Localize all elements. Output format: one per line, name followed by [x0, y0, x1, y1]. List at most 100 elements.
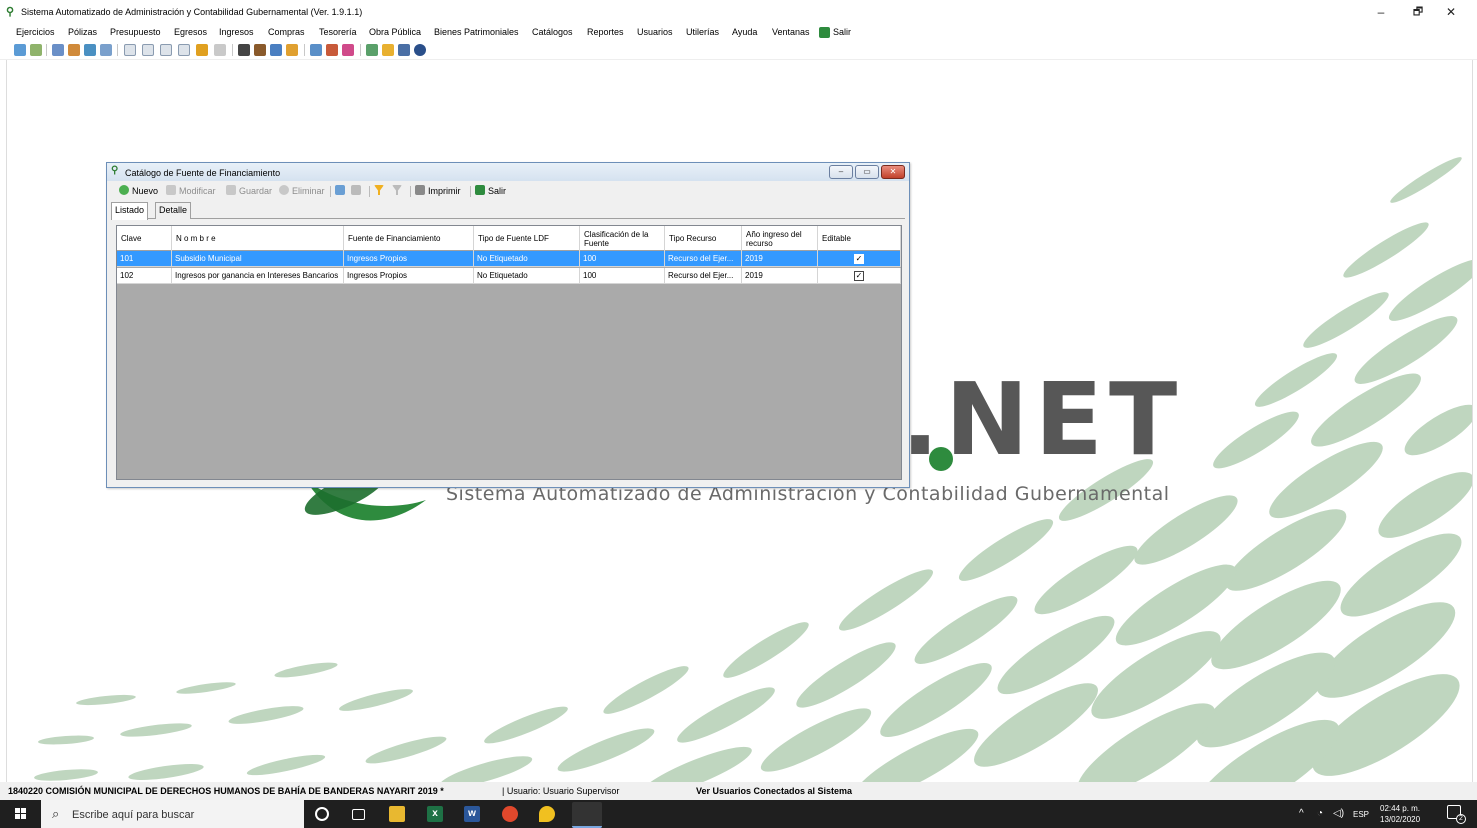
menu-polizas[interactable]: Pólizas: [68, 27, 97, 37]
child-minimize-button[interactable]: –: [829, 165, 853, 179]
report-p-icon[interactable]: [142, 44, 154, 56]
chat-icon[interactable]: [539, 806, 555, 822]
grid-icon[interactable]: [100, 44, 112, 56]
language-indicator[interactable]: ESP: [1353, 810, 1369, 819]
menu-ventanas[interactable]: Ventanas: [772, 27, 810, 37]
budget-icon[interactable]: [84, 44, 96, 56]
menu-obra-publica[interactable]: Obra Pública: [369, 27, 421, 37]
cancel-icon: [351, 185, 361, 195]
app-icon: ⚲: [111, 165, 119, 176]
sacg-taskbar-icon[interactable]: [572, 802, 602, 828]
column-header-clave[interactable]: Clave: [117, 226, 172, 251]
menu-catalogos[interactable]: Catálogos: [532, 27, 573, 37]
key-icon[interactable]: [382, 44, 394, 56]
network-icon[interactable]: ◔: [1317, 808, 1323, 819]
column-header-editable[interactable]: Editable: [818, 226, 901, 251]
table-row[interactable]: 102 Ingresos por ganancia en Intereses B…: [117, 268, 901, 284]
salir-button[interactable]: Salir: [475, 184, 506, 198]
task-view-icon[interactable]: [352, 809, 365, 820]
menu-tesoreria[interactable]: Tesorería: [319, 27, 357, 37]
column-header-clasificacion[interactable]: Clasificación de la Fuente: [580, 226, 665, 251]
chrome-icon[interactable]: [502, 806, 518, 822]
report-e-icon[interactable]: [160, 44, 172, 56]
policy-icon[interactable]: [52, 44, 64, 56]
cortana-icon[interactable]: [315, 807, 329, 821]
cell-nombre: Ingresos por ganancia en Intereses Banca…: [172, 268, 344, 284]
report-r-icon[interactable]: [196, 44, 208, 56]
column-header-anio[interactable]: Año ingreso del recurso: [742, 226, 818, 251]
calc-icon[interactable]: [310, 44, 322, 56]
column-header-tipo-ldf[interactable]: Tipo de Fuente LDF: [474, 226, 580, 251]
connected-users-link[interactable]: Ver Usuarios Conectados al Sistema: [696, 786, 852, 796]
clock-time[interactable]: 02:44 p. m.: [1380, 804, 1420, 813]
clear-filter-button[interactable]: [392, 184, 405, 198]
refresh-icon[interactable]: [14, 44, 26, 56]
menu-ingresos[interactable]: Ingresos: [219, 27, 254, 37]
editable-checkbox[interactable]: ✓: [854, 271, 864, 281]
excel-icon[interactable]: x: [427, 806, 443, 822]
column-header-nombre[interactable]: N o m b r e: [172, 226, 344, 251]
menu-compras[interactable]: Compras: [268, 27, 305, 37]
child-restore-button[interactable]: ▭: [855, 165, 879, 179]
nuevo-button[interactable]: Nuevo: [119, 184, 158, 198]
menu-presupuesto[interactable]: Presupuesto: [110, 27, 161, 37]
catalog-tabs: Listado Detalle: [111, 202, 905, 220]
chart-icon[interactable]: [342, 44, 354, 56]
editable-checkbox[interactable]: ✓: [854, 254, 864, 264]
box-icon[interactable]: [286, 44, 298, 56]
close-button[interactable]: ✕: [1436, 2, 1466, 22]
child-close-button[interactable]: ✕: [881, 165, 905, 179]
chevron-up-icon[interactable]: ^: [1299, 808, 1304, 819]
volume-icon[interactable]: ◁): [1333, 808, 1344, 819]
clock-date[interactable]: 13/02/2020: [1380, 815, 1420, 824]
cancel-button[interactable]: [351, 184, 364, 198]
cell-fuente: Ingresos Propios: [344, 268, 474, 284]
taskbar-search[interactable]: ⌕ Escribe aquí para buscar: [41, 800, 304, 828]
menu-salir[interactable]: Salir: [833, 27, 851, 37]
export-button[interactable]: [335, 184, 348, 198]
catalog-title-bar[interactable]: ⚲ Catálogo de Fuente de Financiamiento –…: [107, 163, 909, 181]
table-row[interactable]: 101 Subsidio Municipal Ingresos Propios …: [117, 251, 901, 267]
column-header-fuente[interactable]: Fuente de Financiamiento: [344, 226, 474, 251]
catalog-grid[interactable]: Clave N o m b r e Fuente de Financiamien…: [116, 225, 902, 480]
modificar-button[interactable]: Modificar: [166, 184, 216, 198]
menu-utilerias[interactable]: Utilerías: [686, 27, 719, 37]
book-icon[interactable]: [30, 44, 42, 56]
word-icon[interactable]: w: [464, 806, 480, 822]
menu-bar: Ejercicios Pólizas Presupuesto Egresos I…: [0, 24, 1477, 41]
edit-icon[interactable]: [326, 44, 338, 56]
imprimir-button[interactable]: Imprimir: [415, 184, 461, 198]
menu-ayuda[interactable]: Ayuda: [732, 27, 757, 37]
eliminar-button[interactable]: Eliminar: [279, 184, 325, 198]
tools-icon[interactable]: [254, 44, 266, 56]
column-header-tipo-recurso[interactable]: Tipo Recurso: [665, 226, 742, 251]
filter-button[interactable]: [374, 184, 387, 198]
guardar-button[interactable]: Guardar: [226, 184, 272, 198]
file-explorer-icon[interactable]: [389, 806, 405, 822]
transfer-icon[interactable]: [68, 44, 80, 56]
start-button[interactable]: [0, 800, 41, 828]
cell-editable: ✓: [818, 268, 901, 284]
minimize-button[interactable]: –: [1366, 2, 1396, 22]
tree-icon[interactable]: [366, 44, 378, 56]
users-icon[interactable]: [270, 44, 282, 56]
menu-egresos[interactable]: Egresos: [174, 27, 207, 37]
clear-filter-icon: [392, 185, 402, 195]
export-icon: [335, 185, 345, 195]
report-f-icon[interactable]: [178, 44, 190, 56]
print-icon[interactable]: [214, 44, 226, 56]
tab-detalle[interactable]: Detalle: [155, 202, 192, 219]
database-icon[interactable]: [398, 44, 410, 56]
report-c-icon[interactable]: [124, 44, 136, 56]
menu-ejercicios[interactable]: Ejercicios: [16, 27, 55, 37]
menu-bienes-patrimoniales[interactable]: Bienes Patrimoniales: [434, 27, 519, 37]
menu-usuarios[interactable]: Usuarios: [637, 27, 673, 37]
restore-button[interactable]: 🗗: [1403, 2, 1433, 22]
help-icon[interactable]: [414, 44, 426, 56]
document-icon[interactable]: [238, 44, 250, 56]
cell-clave: 102: [117, 268, 172, 284]
system-tray: ^ ◔ ◁) ESP 02:44 p. m. 13/02/2020 2: [1287, 800, 1477, 828]
menu-reportes[interactable]: Reportes: [587, 27, 624, 37]
cell-nombre: Subsidio Municipal: [172, 251, 344, 267]
tab-listado[interactable]: Listado: [111, 202, 149, 220]
